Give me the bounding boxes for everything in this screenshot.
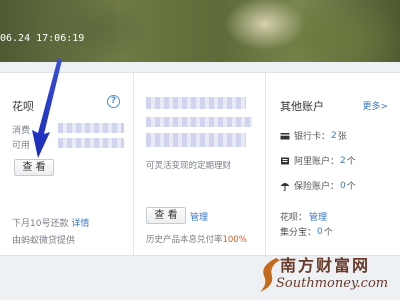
- repay-text: 下月10号还款: [12, 219, 69, 229]
- insurance-account-row[interactable]: 保险账户： 0 个: [280, 179, 356, 192]
- masked-amount-2: [58, 138, 124, 148]
- huabei-line1-label: 消费: [12, 126, 31, 136]
- wealth-card: 可灵活变现的定期理财 查 看 管理 历史产品本息兑付率100%: [134, 73, 266, 257]
- masked-line-2: [146, 133, 246, 147]
- help-icon[interactable]: ?: [107, 95, 120, 108]
- other-accounts-title: 其他账户: [280, 100, 324, 113]
- ali-account-label: 阿里账户：: [294, 157, 340, 167]
- history-rate-text: 历史产品本息兑付率100%: [146, 233, 247, 245]
- provider-text: 由蚂蚁微贷提供: [12, 236, 76, 246]
- bank-card-icon: [280, 131, 290, 141]
- ali-account-unit: 个: [346, 157, 356, 167]
- bank-card-unit: 张: [337, 132, 347, 142]
- bank-card-count: 2: [331, 130, 337, 141]
- wealth-manage-link[interactable]: 管理: [190, 210, 208, 223]
- repay-date-text: 下月10号还款 详情: [12, 216, 89, 229]
- insurance-account-count: 0: [340, 180, 346, 191]
- ali-account-count: 2: [340, 155, 346, 166]
- huabei-manage-label: 花呗：: [280, 213, 308, 223]
- watermark-cn: 南方财富网: [280, 256, 371, 275]
- wealth-description: 可灵活变现的定期理财: [146, 161, 232, 171]
- huabei-manage-link[interactable]: 管理: [309, 210, 327, 223]
- ali-account-icon: [280, 156, 290, 166]
- watermark: 南方财富网 Southmoney.com: [252, 250, 400, 300]
- more-link[interactable]: 更多>: [362, 99, 388, 112]
- repay-details-link[interactable]: 详情: [71, 219, 89, 229]
- top-banner: 06.24 17:06:19: [0, 0, 400, 62]
- masked-amount-1: [58, 123, 124, 133]
- insurance-account-label: 保险账户：: [294, 182, 340, 192]
- bank-card-label: 银行卡：: [294, 132, 331, 142]
- other-accounts-card: 其他账户 更多> 银行卡： 2 张 阿里账户： 2 个 保险账户： 0 个 花呗： 管理 集分…: [266, 73, 400, 257]
- ali-account-row[interactable]: 阿里账户： 2 个: [280, 154, 356, 167]
- huabei-line2-label: 可用: [12, 141, 31, 151]
- masked-line-1: [146, 117, 252, 127]
- insurance-account-unit: 个: [346, 182, 356, 192]
- jifenbao-label: 集分宝：: [280, 228, 317, 238]
- jifenbao-unit: 个: [323, 228, 333, 238]
- huabei-view-button[interactable]: 查 看: [14, 159, 54, 176]
- umbrella-icon: [280, 181, 290, 191]
- last-login-time: 06.24 17:06:19: [0, 33, 85, 44]
- history-label: 历史产品本息兑付率: [146, 235, 223, 245]
- history-rate: 100%: [222, 235, 247, 245]
- masked-title: [146, 97, 246, 109]
- account-cards: 花呗 ? 消费 可用 查 看 下月10号还款 详情 由蚂蚁微贷提供 可灵活变现的…: [0, 72, 400, 257]
- watermark-en: Southmoney.com: [276, 276, 389, 291]
- bank-card-row[interactable]: 银行卡： 2 张: [280, 129, 347, 142]
- huabei-card: 花呗 ? 消费 可用 查 看 下月10号还款 详情 由蚂蚁微贷提供: [0, 73, 134, 257]
- huabei-manage-row: 花呗： 管理: [280, 210, 328, 223]
- huabei-title: 花呗: [12, 100, 34, 113]
- jifenbao-count: 0: [317, 226, 323, 237]
- wealth-view-button[interactable]: 查 看: [146, 207, 186, 224]
- jifenbao-row: 集分宝： 0 个: [280, 225, 333, 239]
